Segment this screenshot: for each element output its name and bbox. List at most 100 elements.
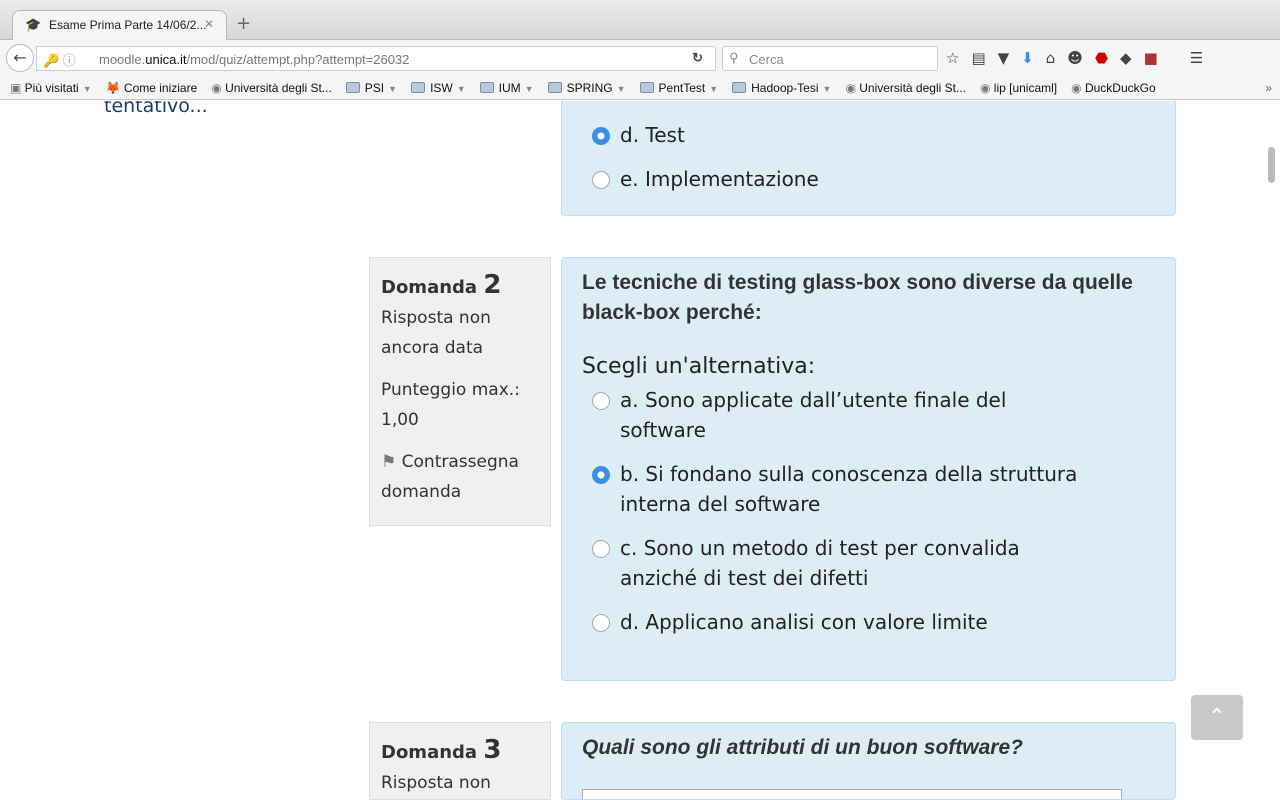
answer-option[interactable]: e. Implementazione — [562, 164, 1175, 194]
dropdown-icon: ▼ — [82, 83, 92, 94]
question-text: Le tecniche di testing glass-box sono di… — [582, 271, 1133, 324]
bookmark-label: PSI — [364, 80, 385, 95]
question-2-info: Domanda 2 Risposta non ancora data Punte… — [369, 257, 551, 526]
search-placeholder: Cerca — [749, 52, 784, 67]
previous-nav-text[interactable]: tentativo... — [104, 101, 208, 117]
url-path: /mod/quiz/attempt.php?attempt=26032 — [186, 52, 410, 67]
option-label: e. Implementazione — [620, 167, 819, 191]
extension-icon[interactable]: ◆ — [1120, 49, 1132, 67]
tab-title: Esame Prima Parte 14/06/2... — [49, 18, 207, 32]
menu-icon[interactable]: ☰ — [1190, 49, 1203, 67]
search-input[interactable]: ⚲ Cerca — [722, 46, 938, 71]
firefox-icon: 🦊 — [105, 80, 124, 95]
close-tab-icon[interactable]: ✕ — [204, 17, 214, 31]
bookmark-item[interactable]: SPRING ▼ — [547, 80, 626, 95]
bookmark-item[interactable]: Hadoop-Tesi ▼ — [732, 81, 831, 95]
key-info-icon[interactable]: 🔑 ⓘ — [43, 50, 76, 69]
bookmark-item[interactable]: PentTest ▼ — [639, 81, 719, 95]
reload-icon[interactable]: ↻ — [692, 50, 703, 66]
answer-option[interactable]: a. Sono applicate dall’utente finale del… — [562, 385, 1175, 445]
flag-icon: ⚑ — [381, 452, 397, 472]
dropdown-icon: ▼ — [388, 83, 398, 94]
addon-icon[interactable]: ■ — [1144, 49, 1158, 67]
adblock-icon[interactable]: ⬣ — [1095, 49, 1108, 67]
nav-bar: ← 🔑 ⓘ moodle.unica.it/mod/quiz/attempt.ph… — [0, 40, 1280, 76]
question-number: Domanda 2 — [381, 270, 539, 303]
dropdown-icon: ▼ — [822, 83, 832, 94]
scroll-to-top-button[interactable]: ⌃ — [1191, 695, 1243, 740]
scrollbar[interactable] — [1268, 147, 1275, 183]
option-label: c. Sono un metodo di test per convalida … — [620, 536, 1020, 590]
question-number-value: 3 — [483, 735, 502, 765]
new-tab-button[interactable]: + — [236, 13, 251, 34]
folder-icon — [732, 81, 747, 93]
option-label: b. Si fondano sulla conoscenza della str… — [620, 462, 1078, 516]
home-icon[interactable]: ⌂ — [1046, 49, 1056, 67]
bookmark-star-icon[interactable]: ☆ — [946, 49, 959, 67]
back-button[interactable]: ← — [6, 44, 34, 72]
dropdown-icon: ▼ — [524, 83, 534, 94]
bookmark-item[interactable]: ◉ lip [unicaml] — [980, 81, 1057, 95]
bookmark-label: Più visitati — [24, 80, 79, 95]
answer-option[interactable]: d. Applicano analisi con valore limite — [562, 607, 1175, 637]
bookmark-label: SPRING — [566, 80, 613, 95]
url-prefix: moodle. — [99, 52, 146, 67]
answer-options: a. Sono applicate dall’utente finale del… — [562, 385, 1175, 637]
bookmark-label: DuckDuckGo — [1084, 80, 1156, 95]
downloads-icon[interactable]: ⬇ — [1021, 49, 1034, 67]
question-3-info: Domanda 3 Risposta non — [369, 722, 551, 800]
radio-button[interactable] — [592, 614, 610, 632]
answer-option[interactable]: b. Si fondano sulla conoscenza della str… — [562, 459, 1175, 519]
question-2-box: Le tecniche di testing glass-box sono di… — [561, 257, 1176, 681]
bookmark-label: Come iniziare — [123, 80, 198, 95]
radio-button[interactable] — [592, 392, 610, 410]
folder-icon — [479, 81, 494, 93]
moodle-favicon-icon: 🎓 — [25, 17, 42, 32]
folder-icon — [411, 81, 426, 93]
bookmark-item[interactable]: ▣ Più visitati ▼ — [10, 81, 92, 95]
option-label: d. Applicano analisi con valore limite — [620, 610, 988, 634]
toolbar-icons: ☆ ▤ ▼ ⬇ ⌂ ☻ ⬣ ◆ ■ ☰ — [946, 49, 1203, 67]
bookmark-label: Università degli St... — [859, 80, 966, 95]
radio-button[interactable] — [592, 466, 610, 484]
answer-option[interactable]: c. Sono un metodo di test per convalida … — [562, 533, 1175, 593]
answer-option[interactable]: d. Test — [562, 120, 1175, 150]
bookmark-item[interactable]: ◉ Università degli St... — [845, 81, 966, 95]
radio-button[interactable] — [592, 540, 610, 558]
bookmark-label: lip [unicaml] — [993, 80, 1058, 95]
tab-bar: 🎓 Esame Prima Parte 14/06/2... ✕ + — [0, 0, 1280, 41]
site-icon: ◉ — [211, 80, 226, 95]
option-label: a. Sono applicate dall’utente finale del… — [620, 388, 1007, 442]
bookmark-item[interactable]: 🦊 Come iniziare — [106, 81, 198, 95]
hello-icon[interactable]: ☻ — [1067, 49, 1083, 67]
option-label: d. Test — [620, 123, 685, 147]
url-bar[interactable]: 🔑 ⓘ moodle.unica.it/mod/quiz/attempt.php?… — [36, 46, 716, 71]
bookmark-item[interactable]: ISW ▼ — [411, 81, 466, 95]
dropdown-icon: ▼ — [456, 83, 466, 94]
bookmark-item[interactable]: IUM ▼ — [479, 80, 534, 95]
folder-icon — [345, 81, 360, 93]
site-icon: ◉ — [845, 80, 860, 95]
bookmark-label: Università degli St... — [225, 80, 332, 95]
folder-icon — [639, 81, 654, 93]
bookmark-label: IUM — [498, 80, 521, 95]
question-text: Quali sono gli attributi di un buon soft… — [582, 736, 1023, 759]
bookmarks-bar: ▣ Più visitati ▼ 🦊 Come iniziare ◉ Universi… — [0, 76, 1280, 100]
bookmark-item[interactable]: PSI ▼ — [345, 80, 398, 95]
more-bookmarks-icon[interactable]: » — [1265, 81, 1272, 95]
question-status: Risposta non ancora data — [381, 308, 491, 358]
flag-question-link[interactable]: ⚑ Contrassegna domanda — [381, 447, 539, 507]
reading-list-icon[interactable]: ▤ — [971, 49, 985, 67]
question-label: Domanda — [381, 277, 478, 298]
radio-button[interactable] — [592, 127, 610, 145]
bookmark-item[interactable]: ◉ DuckDuckGo — [1071, 81, 1156, 95]
tab-active[interactable]: 🎓 Esame Prima Parte 14/06/2... ✕ — [12, 10, 227, 41]
bookmark-item[interactable]: ◉ Università degli St... — [211, 81, 332, 95]
pocket-icon[interactable]: ▼ — [998, 49, 1010, 67]
dropdown-icon: ▼ — [709, 83, 719, 94]
answer-textarea[interactable] — [582, 789, 1122, 799]
bookmark-label: Hadoop-Tesi — [751, 80, 819, 95]
radio-button[interactable] — [592, 171, 610, 189]
question-number-value: 2 — [483, 270, 502, 300]
page-content: tentativo... d. Test e. Implementazione … — [0, 101, 1280, 800]
